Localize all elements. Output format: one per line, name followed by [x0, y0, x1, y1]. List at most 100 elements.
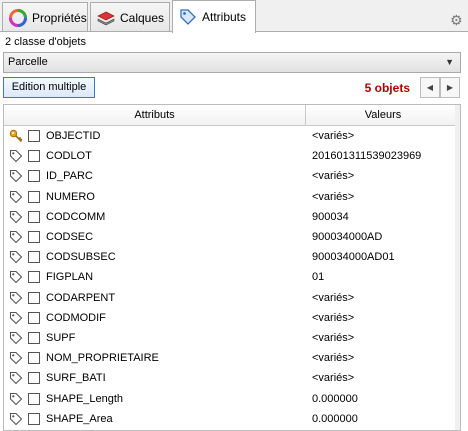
attribute-value[interactable]: <variés>	[306, 312, 460, 324]
row-checkbox-cell	[28, 352, 42, 365]
attribute-value[interactable]: <variés>	[306, 352, 460, 364]
attribute-name: OBJECTID	[46, 130, 101, 143]
row-checkbox[interactable]	[28, 190, 40, 203]
table-row[interactable]: CODSEC 900034000AD	[4, 227, 460, 247]
table-row[interactable]: SUPF <variés>	[4, 328, 460, 348]
row-checkbox-cell	[28, 412, 42, 425]
row-checkbox-cell	[28, 392, 42, 405]
tag-icon	[4, 190, 28, 204]
row-checkbox[interactable]	[28, 231, 40, 244]
row-checkbox[interactable]	[28, 251, 40, 264]
tag-icon	[4, 371, 28, 385]
row-checkbox[interactable]	[28, 210, 40, 223]
attribute-value[interactable]: <variés>	[306, 191, 460, 203]
row-checkbox[interactable]	[28, 412, 40, 425]
attributes-panel: 2 classe d'objets Parcelle ▼ Edition mul…	[0, 32, 468, 431]
attribute-value[interactable]: 0.000000	[306, 413, 460, 425]
attribute-name: SHAPE_Length	[46, 392, 124, 405]
tab-properties-label: Propriétés	[32, 10, 87, 25]
row-checkbox[interactable]	[28, 352, 40, 365]
attribute-name: CODCOMM	[46, 210, 106, 223]
tag-icon	[4, 210, 28, 224]
row-checkbox-cell	[28, 231, 42, 244]
multi-edit-button[interactable]: Edition multiple	[3, 77, 95, 98]
attributes-grid: Attributs Valeurs OBJECTID <variés> CODLOT…	[3, 104, 461, 431]
row-checkbox-cell	[28, 372, 42, 385]
attribute-value[interactable]: 201601311539023969	[306, 150, 460, 162]
table-row[interactable]: NUMERO <variés>	[4, 187, 460, 207]
attribute-value[interactable]: <variés>	[306, 332, 460, 344]
attribute-name: SUPF	[46, 331, 76, 344]
color-wheel-icon	[9, 8, 27, 27]
grid-header: Attributs Valeurs	[4, 105, 460, 126]
vertical-scrollbar[interactable]	[455, 105, 460, 430]
tab-properties[interactable]: Propriétés	[2, 2, 88, 32]
table-row[interactable]: SHAPE_Length 0.000000	[4, 388, 460, 408]
table-row[interactable]: SURF_BATI <variés>	[4, 368, 460, 388]
tag-icon	[4, 270, 28, 284]
table-row[interactable]: SHAPE_Area 0.000000	[4, 409, 460, 429]
row-checkbox[interactable]	[28, 170, 40, 183]
gear-icon[interactable]: ⚙	[450, 13, 464, 27]
tag-icon	[4, 230, 28, 244]
attribute-value[interactable]: 900034000AD01	[306, 251, 460, 263]
grid-rows: OBJECTID <variés> CODLOT 201601311539023969…	[4, 126, 460, 429]
table-row[interactable]: CODCOMM 900034	[4, 207, 460, 227]
tag-icon	[4, 351, 28, 365]
attribute-value[interactable]: <variés>	[306, 292, 460, 304]
tab-layers[interactable]: Calques	[90, 2, 170, 32]
attribute-name: CODSUBSEC	[46, 251, 116, 264]
tab-bar: Propriétés Calques Attributs ⚙	[0, 0, 468, 33]
table-row[interactable]: CODLOT 201601311539023969	[4, 146, 460, 166]
row-checkbox[interactable]	[28, 130, 40, 143]
attribute-value[interactable]: 0.000000	[306, 393, 460, 405]
table-row[interactable]: NOM_PROPRIETAIRE <variés>	[4, 348, 460, 368]
attribute-name: CODLOT	[46, 150, 92, 163]
attribute-value[interactable]: <variés>	[306, 130, 460, 142]
row-checkbox[interactable]	[28, 372, 40, 385]
object-count: 5 objets	[364, 81, 410, 95]
row-checkbox-cell	[28, 170, 42, 183]
row-checkbox[interactable]	[28, 331, 40, 344]
class-select-value: Parcelle	[8, 56, 48, 68]
table-row[interactable]: FIGPLAN 01	[4, 267, 460, 287]
attribute-name: SURF_BATI	[46, 372, 106, 385]
row-checkbox[interactable]	[28, 291, 40, 304]
tag-icon	[179, 8, 197, 26]
attribute-value[interactable]: <variés>	[306, 170, 460, 182]
row-checkbox-cell	[28, 190, 42, 203]
table-row[interactable]: CODMODIF <variés>	[4, 308, 460, 328]
next-object-button[interactable]: ▶	[440, 77, 460, 98]
chevron-left-icon: ◀	[426, 83, 434, 92]
tab-attributes[interactable]: Attributs	[172, 0, 256, 33]
attribute-value[interactable]: 900034	[306, 211, 460, 223]
tag-icon	[4, 331, 28, 345]
chevron-right-icon: ▶	[446, 83, 454, 92]
previous-object-button[interactable]: ◀	[420, 77, 440, 98]
tag-icon	[4, 169, 28, 183]
table-row[interactable]: ID_PARC <variés>	[4, 166, 460, 186]
attribute-value[interactable]: 900034000AD	[306, 231, 460, 243]
table-row[interactable]: OBJECTID <variés>	[4, 126, 460, 146]
row-checkbox-cell	[28, 150, 42, 163]
layers-icon	[97, 9, 115, 27]
attribute-value[interactable]: <variés>	[306, 372, 460, 384]
row-checkbox[interactable]	[28, 392, 40, 405]
tag-icon	[4, 311, 28, 325]
table-row[interactable]: CODARPENT <variés>	[4, 288, 460, 308]
class-select[interactable]: Parcelle ▼	[3, 52, 461, 73]
attribute-name: ID_PARC	[46, 170, 93, 183]
attribute-name: SHAPE_Area	[46, 412, 113, 425]
chevron-down-icon: ▼	[445, 57, 454, 67]
attribute-name: CODMODIF	[46, 311, 106, 324]
row-checkbox[interactable]	[28, 150, 40, 163]
row-checkbox[interactable]	[28, 271, 40, 284]
class-count-label: 2 classe d'objets	[5, 36, 86, 48]
attribute-name: NOM_PROPRIETAIRE	[46, 352, 159, 365]
column-header-values[interactable]: Valeurs	[306, 105, 460, 125]
table-row[interactable]: CODSUBSEC 900034000AD01	[4, 247, 460, 267]
column-header-attributes[interactable]: Attributs	[4, 105, 306, 125]
attribute-name: NUMERO	[46, 190, 95, 203]
attribute-value[interactable]: 01	[306, 271, 460, 283]
row-checkbox[interactable]	[28, 311, 40, 324]
